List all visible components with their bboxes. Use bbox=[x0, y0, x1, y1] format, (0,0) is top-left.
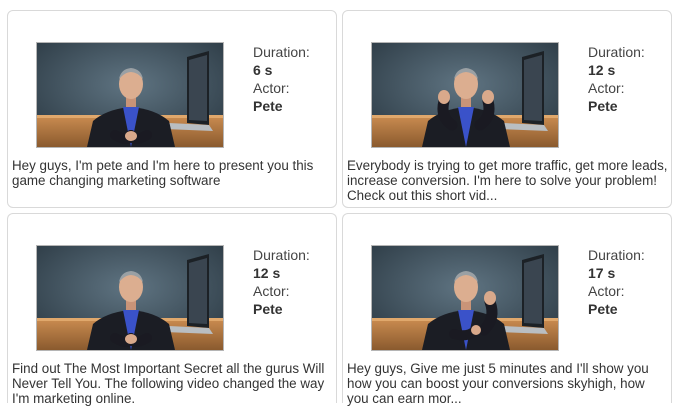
actor-label: Actor: bbox=[588, 283, 625, 299]
duration-label: Duration: bbox=[253, 247, 310, 263]
video-thumbnail[interactable] bbox=[36, 42, 224, 148]
video-thumbnail[interactable] bbox=[371, 245, 559, 351]
duration-label: Duration: bbox=[588, 44, 645, 60]
video-meta: Duration: 12 s Actor: Pete bbox=[588, 43, 645, 115]
video-meta: Duration: 12 s Actor: Pete bbox=[253, 246, 310, 318]
video-meta: Duration: 6 s Actor: Pete bbox=[253, 43, 310, 115]
video-description: Hey guys, Give me just 5 minutes and I'l… bbox=[347, 361, 649, 406]
duration-value: 12 s bbox=[588, 62, 616, 78]
actor-value: Pete bbox=[253, 301, 283, 317]
duration-label: Duration: bbox=[253, 44, 310, 60]
actor-value: Pete bbox=[253, 98, 283, 114]
video-description: Hey guys, I'm pete and I'm here to prese… bbox=[12, 158, 314, 188]
video-card[interactable]: Duration: 12 s Actor: Pete Find out The … bbox=[7, 213, 337, 406]
video-description: Everybody is trying to get more traffic,… bbox=[347, 158, 668, 203]
video-thumbnail[interactable] bbox=[36, 245, 224, 351]
actor-value: Pete bbox=[588, 301, 618, 317]
video-meta: Duration: 17 s Actor: Pete bbox=[588, 246, 645, 318]
video-card[interactable]: Duration: 12 s Actor: Pete Everybody is … bbox=[342, 10, 672, 208]
video-thumbnail[interactable] bbox=[371, 42, 559, 148]
actor-label: Actor: bbox=[253, 80, 290, 96]
actor-value: Pete bbox=[588, 98, 618, 114]
video-card[interactable]: Duration: 17 s Actor: Pete Hey guys, Giv… bbox=[342, 213, 672, 406]
actor-label: Actor: bbox=[253, 283, 290, 299]
duration-value: 12 s bbox=[253, 265, 281, 281]
duration-value: 6 s bbox=[253, 62, 273, 78]
video-description: Find out The Most Important Secret all t… bbox=[12, 361, 325, 406]
duration-label: Duration: bbox=[588, 247, 645, 263]
duration-value: 17 s bbox=[588, 265, 616, 281]
video-template-grid: Duration: 6 s Actor: Pete Hey guys, I'm … bbox=[0, 0, 675, 406]
video-card[interactable]: Duration: 6 s Actor: Pete Hey guys, I'm … bbox=[7, 10, 337, 208]
actor-label: Actor: bbox=[588, 80, 625, 96]
